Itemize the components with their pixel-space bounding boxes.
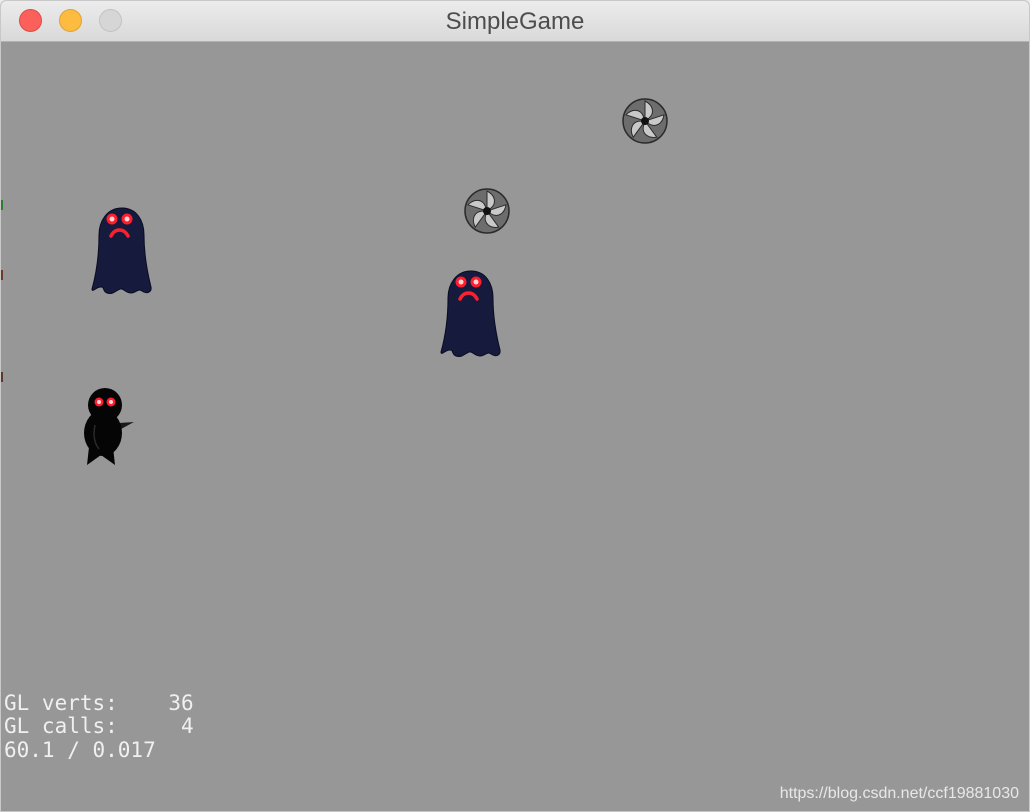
title-bar[interactable]: SimpleGame	[1, 1, 1029, 42]
shuriken-icon	[622, 98, 668, 144]
watermark-url: https://blog.csdn.net/ccf19881030	[779, 785, 1019, 802]
ghost-monster-icon	[91, 207, 152, 294]
gl-calls-value: 4	[181, 714, 194, 738]
gl-calls-label: GL calls:	[4, 714, 118, 738]
gl-verts-row: GL verts: 36	[4, 690, 194, 716]
fps-row: 60.1 / 0.017	[4, 737, 156, 762]
game-canvas[interactable]: GL verts: 36 GL calls: 4 60.1 / 0.017 http…	[1, 42, 1029, 811]
debug-stats-overlay: GL verts: 36 GL calls: 4 60.1 / 0.017	[4, 645, 194, 810]
gl-verts-value: 36	[168, 690, 194, 715]
gl-calls-row: GL calls: 4	[4, 714, 194, 739]
game-window: SimpleGame GL verts: 36 GL calls: 4 60.1…	[0, 0, 1030, 812]
edge-artifact	[1, 372, 3, 382]
edge-artifact	[1, 270, 3, 280]
ghost-monster-icon	[440, 270, 501, 357]
ninja-player-icon	[84, 388, 134, 465]
window-title: SimpleGame	[445, 8, 585, 35]
shuriken-icon	[464, 188, 510, 234]
edge-artifact	[1, 200, 3, 210]
gl-verts-label: GL verts:	[4, 690, 118, 715]
